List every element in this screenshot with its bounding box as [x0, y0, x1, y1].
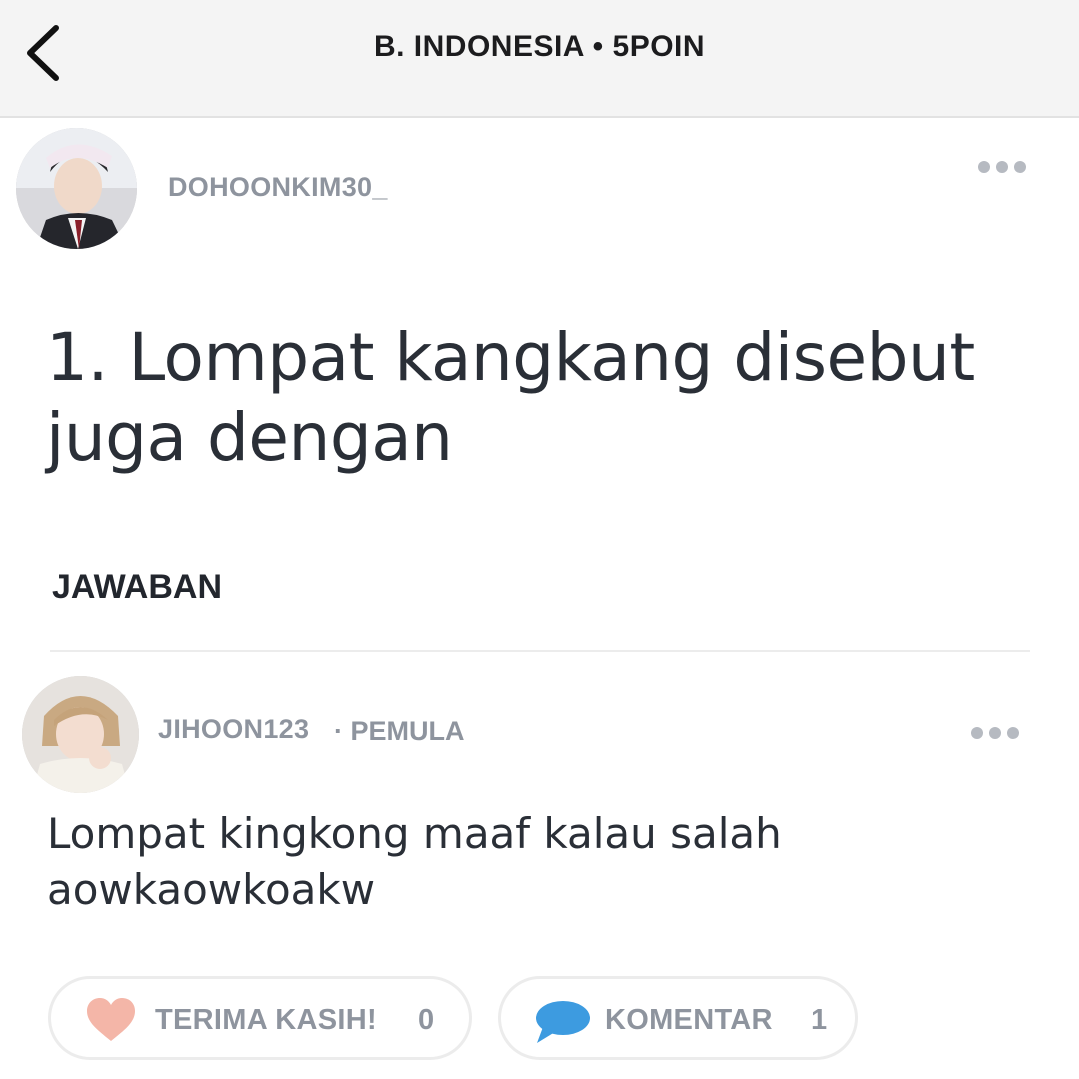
author-rank-badge: · PEMULA	[334, 716, 465, 746]
thanks-count: 0	[418, 1004, 435, 1036]
speech-bubble-icon	[536, 1001, 590, 1043]
answer-more-icon[interactable]	[971, 727, 1019, 739]
page-title: B. INDONESIA • 5POIN	[373, 30, 706, 63]
divider	[50, 650, 1030, 652]
dot	[971, 727, 983, 739]
heart-icon	[87, 998, 135, 1041]
answer-author-avatar[interactable]	[22, 676, 139, 793]
comment-button[interactable]: KOMENTAR 1	[498, 976, 858, 1060]
avatar-photo-icon	[22, 676, 139, 793]
answer-text: Lompat kingkong maaf kalau salah aowkaow…	[47, 809, 782, 914]
dot	[1007, 727, 1019, 739]
answer-author-name[interactable]: JIHOON123	[158, 714, 309, 745]
question-author-name[interactable]: DOHOONKIM30_	[168, 172, 388, 203]
thanks-button[interactable]: TERIMA KASIH! 0	[48, 976, 472, 1060]
thanks-label: TERIMA KASIH!	[155, 1004, 377, 1036]
dot	[978, 161, 990, 173]
dot	[996, 161, 1008, 173]
comment-label: KOMENTAR	[605, 1004, 773, 1036]
question-text: 1. Lompat kangkang disebut juga dengan	[46, 319, 975, 476]
question-author-avatar[interactable]	[16, 128, 137, 249]
avatar-photo-icon	[16, 128, 137, 249]
answers-heading: JAWABAN	[52, 568, 223, 606]
question-more-icon[interactable]	[978, 161, 1026, 173]
comment-count: 1	[811, 1004, 828, 1036]
dot	[1014, 161, 1026, 173]
top-bar: B. INDONESIA • 5POIN	[0, 0, 1079, 118]
dot	[989, 727, 1001, 739]
